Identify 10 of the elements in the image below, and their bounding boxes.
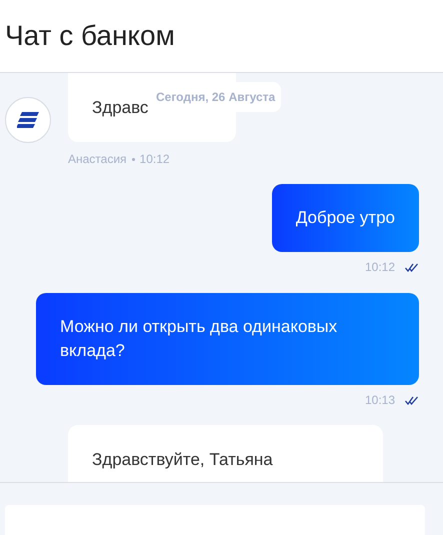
separator-dot-icon	[132, 158, 135, 160]
chat-title: Чат с банком	[5, 20, 175, 52]
message-bubble: Можно ли открыть два одинаковых вклада?	[36, 293, 419, 385]
message-bubble: Здравствуйте, Татьяна	[68, 425, 383, 482]
message-bubble: Доброе утро	[272, 184, 419, 252]
message-time: 10:12	[364, 260, 395, 274]
message-time: 10:13	[364, 393, 395, 407]
sender-name: Анастасия	[68, 152, 127, 166]
message-time: 10:12	[140, 152, 170, 166]
bank-avatar-icon	[5, 97, 51, 143]
